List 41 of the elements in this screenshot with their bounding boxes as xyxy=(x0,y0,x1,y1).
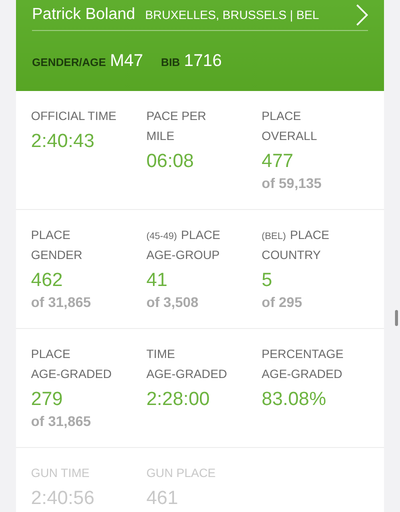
stat-label: PERCENTAGE xyxy=(262,346,344,363)
stat-label: AGE-GRADED xyxy=(31,366,112,383)
bib-value: 1716 xyxy=(184,50,222,72)
stat-total: of 31,865 xyxy=(31,294,92,310)
stat-value: 41 xyxy=(146,269,168,293)
gender-age-label: GENDER/AGE xyxy=(32,56,106,71)
stat-total: of 295 xyxy=(262,294,304,310)
stat-label: PLACE xyxy=(262,108,302,125)
stat-value: 2:40:43 xyxy=(31,130,96,154)
athlete-name: Patrick Boland xyxy=(32,5,136,25)
stat-value: 06:08 xyxy=(146,150,195,174)
stat-value: 2:28:00 xyxy=(146,388,211,412)
stat-label: OFFICIAL TIME xyxy=(31,108,116,125)
stat-label: AGE-GROUP xyxy=(146,247,220,264)
athlete-location: BRUXELLES, BRUSSELS | BEL xyxy=(145,7,320,24)
stat-prefix: (45-49) xyxy=(146,230,177,244)
stat-label: GENDER xyxy=(31,247,82,264)
stat-total: of 31,865 xyxy=(31,413,92,429)
stat-label: AGE-GRADED xyxy=(262,366,342,383)
chevron-right-icon[interactable] xyxy=(356,4,368,26)
stat-label: PLACE xyxy=(31,227,70,244)
stat-value: 477 xyxy=(262,150,294,174)
stat-value: 83.08% xyxy=(262,388,328,412)
stat-value: 279 xyxy=(31,388,64,412)
stat-label: TIME xyxy=(146,346,175,363)
stat-label: PLACE xyxy=(290,227,330,244)
stat-total: of 3,508 xyxy=(146,294,200,310)
stat-total: of 59,135 xyxy=(262,175,323,191)
stat-label: COUNTRY xyxy=(262,247,321,264)
stat-value: 462 xyxy=(31,269,64,293)
stat-value: 5 xyxy=(262,269,274,293)
stat-label: PLACE xyxy=(31,346,70,363)
gender-age-value: M47 xyxy=(110,50,144,72)
stat-label: PACE PER xyxy=(146,108,206,125)
stat-prefix: (BEL) xyxy=(262,230,286,244)
stat-label: AGE-GRADED xyxy=(146,366,228,383)
stat-label: MILE xyxy=(146,128,174,145)
scrollbar xyxy=(395,310,398,326)
stat-label: PLACE xyxy=(180,227,220,244)
stat-label: OVERALL xyxy=(262,128,318,145)
bib-label: BIB xyxy=(161,56,180,71)
